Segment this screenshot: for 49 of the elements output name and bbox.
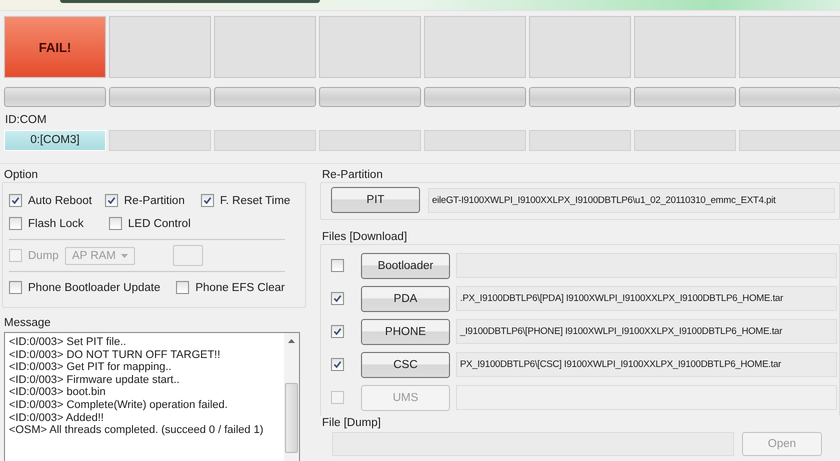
checkbox-label: Re-Partition xyxy=(124,194,185,206)
caret-icon xyxy=(121,254,128,258)
id-com-label: ID:COM xyxy=(5,114,48,128)
input-field[interactable] xyxy=(173,245,203,266)
checkbox[interactable] xyxy=(331,358,344,371)
checkbox[interactable] xyxy=(9,281,22,294)
checkbox-label: Auto Reboot xyxy=(28,194,92,206)
checkbox[interactable] xyxy=(9,194,22,207)
checkbox-label: Phone EFS Clear xyxy=(195,282,285,294)
group-title: Option xyxy=(3,168,39,182)
file-path-field[interactable]: .PX_I9100DBTLP6\[PDA] I9100XWLPI_I9100XXLPX_I9100DBTLP6_HOME.tar xyxy=(456,286,837,311)
log-line: <ID:0/003> Firmware update start.. xyxy=(9,374,181,386)
status-box: FAIL! xyxy=(4,16,106,78)
checkbox[interactable] xyxy=(201,194,214,207)
log-line: <OSM> All threads completed. (succeed 0 / failed 1) xyxy=(9,424,264,437)
log-line: <ID:0/003> Added!! xyxy=(9,412,105,424)
file-path-field[interactable]: PX_I9100DBTLP6\[CSC] I9100XWLPI_I9100XXLPX_I9100DBTLP6_HOME.tar xyxy=(456,352,837,377)
group-title: File [Dump] xyxy=(321,416,382,430)
com-port-cell: 0:[COM3] xyxy=(4,130,106,151)
log-line: <ID:0/003> boot.bin xyxy=(9,386,107,399)
checkbox-label: F. Reset Time xyxy=(220,194,290,206)
group-title: Files [Download] xyxy=(321,230,408,244)
checkbox-label: Flash Lock xyxy=(28,218,84,230)
log-line: <ID:0/003> Set PIT file.. xyxy=(9,336,128,349)
checkbox[interactable] xyxy=(109,217,122,230)
file-button[interactable]: PDA xyxy=(361,286,450,312)
file-path-field[interactable]: _I9100DBTLP6\[PHONE] I9100XWLPI_I9100XXLPX_I9100DBTLP6_HOME.tar xyxy=(456,319,837,344)
group-title: Re-Partition xyxy=(321,168,384,182)
checkbox[interactable] xyxy=(331,259,344,272)
checkbox[interactable] xyxy=(105,194,118,207)
file-path-field[interactable]: eileGT-I9100XWLPI_I9100XXLPX_I9100DBTLP6\u1_02_20110310_emmc_EXT4.pit xyxy=(428,188,835,212)
log-line: <ID:0/003> Complete(Write) operation failed. xyxy=(9,398,229,412)
scrollbar[interactable] xyxy=(284,333,299,461)
scrollbar-thumb[interactable] xyxy=(285,383,298,453)
checkbox[interactable] xyxy=(331,325,344,338)
checkbox[interactable] xyxy=(9,217,22,230)
file-button[interactable]: Bootloader xyxy=(361,252,450,278)
pit-button[interactable]: PIT xyxy=(331,187,420,213)
group-title: Message xyxy=(3,316,52,330)
file-button[interactable]: CSC xyxy=(361,352,450,378)
log-line: <ID:0/003> DO NOT TURN OFF TARGET!! xyxy=(9,348,222,362)
checkbox-label: Dump xyxy=(28,250,59,262)
checkbox[interactable] xyxy=(331,292,344,305)
checkbox-label: LED Control xyxy=(128,218,191,230)
file-button[interactable]: PHONE xyxy=(361,318,450,344)
checkbox[interactable] xyxy=(176,281,190,294)
log-line: <ID:0/003> Get PIT for mapping.. xyxy=(9,361,172,374)
scroll-up-icon[interactable] xyxy=(288,339,295,343)
checkbox-label: Phone Bootloader Update xyxy=(28,282,160,294)
